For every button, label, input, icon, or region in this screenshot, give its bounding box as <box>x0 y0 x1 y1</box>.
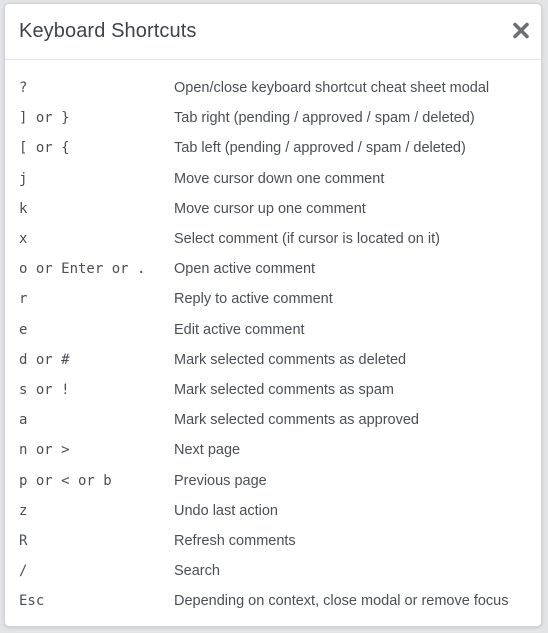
shortcut-keys: x <box>19 231 28 248</box>
shortcut-description: Previous page <box>174 472 267 489</box>
shortcut-keys: [ or { <box>19 140 70 157</box>
shortcut-keys: z <box>19 502 28 519</box>
shortcut-description: Refresh comments <box>174 532 296 549</box>
shortcut-keys: / <box>19 563 28 580</box>
shortcut-keys: ] or } <box>19 110 70 127</box>
shortcut-row: R Refresh comments <box>5 526 541 556</box>
shortcut-description: Search <box>174 563 220 580</box>
shortcut-keys: p or < or b <box>19 472 112 489</box>
shortcut-description: Tab right (pending / approved / spam / d… <box>174 110 475 127</box>
shortcut-description: Move cursor down one comment <box>174 170 385 187</box>
shortcut-description: Open/close keyboard shortcut cheat sheet… <box>174 80 490 97</box>
shortcut-list: ? Open/close keyboard shortcut cheat shee… <box>5 60 541 616</box>
shortcut-description: Edit active comment <box>174 321 305 338</box>
shortcut-row: z Undo last action <box>5 496 541 526</box>
shortcut-row: j Move cursor down one comment <box>5 164 541 194</box>
close-x-icon <box>511 19 531 41</box>
shortcut-row: e Edit active comment <box>5 315 541 345</box>
shortcut-row: d or # Mark selected comments as deleted <box>5 345 541 375</box>
keyboard-shortcuts-modal: Keyboard Shortcuts ? Open/close keyboard … <box>4 3 542 627</box>
modal-header: Keyboard Shortcuts <box>5 4 541 60</box>
shortcut-description: Mark selected comments as spam <box>174 381 394 398</box>
shortcut-description: Reply to active comment <box>174 291 333 308</box>
shortcut-description: Mark selected comments as approved <box>174 412 419 429</box>
shortcut-row: o or Enter or . Open active comment <box>5 254 541 284</box>
shortcut-row: s or ! Mark selected comments as spam <box>5 375 541 405</box>
shortcut-row: / Search <box>5 556 541 586</box>
shortcut-description: Mark selected comments as deleted <box>174 351 407 368</box>
shortcut-keys: R <box>19 532 28 549</box>
shortcut-row: ? Open/close keyboard shortcut cheat shee… <box>5 73 541 103</box>
shortcut-row: a Mark selected comments as approved <box>5 405 541 435</box>
shortcut-description: Depending on context, close modal or rem… <box>174 593 509 610</box>
shortcut-description: Tab left (pending / approved / spam / de… <box>174 140 466 157</box>
shortcut-row: x Select comment (if cursor is located on… <box>5 224 541 254</box>
shortcut-row: Esc Depending on context, close modal or … <box>5 586 541 616</box>
shortcut-keys: j <box>19 170 28 187</box>
shortcut-row: ] or } Tab right (pending / approved / sp… <box>5 103 541 133</box>
shortcut-keys: d or # <box>19 351 70 368</box>
shortcut-keys: e <box>19 321 28 338</box>
shortcut-description: Undo last action <box>174 502 278 519</box>
shortcut-keys: n or > <box>19 442 70 459</box>
shortcut-row: k Move cursor up one comment <box>5 194 541 224</box>
shortcut-keys: r <box>19 291 28 308</box>
shortcut-keys: s or ! <box>19 381 70 398</box>
shortcut-description: Select comment (if cursor is located on … <box>174 231 440 248</box>
shortcut-row: [ or { Tab left (pending / approved / spa… <box>5 133 541 163</box>
shortcut-description: Open active comment <box>174 261 316 278</box>
shortcut-keys: ? <box>19 80 28 97</box>
shortcut-description: Move cursor up one comment <box>174 200 366 217</box>
shortcut-row: n or > Next page <box>5 435 541 465</box>
shortcut-keys: o or Enter or . <box>19 261 146 278</box>
modal-title: Keyboard Shortcuts <box>19 20 197 42</box>
close-button[interactable] <box>511 19 531 41</box>
shortcut-keys: a <box>19 412 28 429</box>
shortcut-description: Next page <box>174 442 241 459</box>
shortcut-row: r Reply to active comment <box>5 284 541 314</box>
shortcut-keys: Esc <box>19 593 45 610</box>
shortcut-keys: k <box>19 200 28 217</box>
shortcut-row: p or < or b Previous page <box>5 465 541 495</box>
